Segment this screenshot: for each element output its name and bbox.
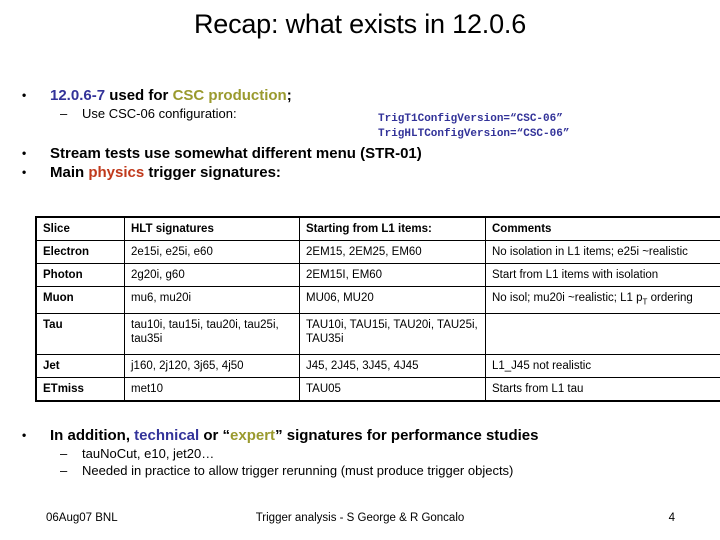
cell-l1: MU06, MU20 bbox=[299, 285, 486, 315]
cell-l1: 2EM15I, EM60 bbox=[299, 263, 486, 287]
cell-slice: Tau bbox=[35, 313, 125, 356]
cell-comments: No isol; mu20i ~realistic; L1 pT orderin… bbox=[485, 285, 720, 315]
table-header-comments: Comments bbox=[485, 216, 720, 241]
cell-comments-pre: No isol; mu20i ~realistic; L1 p bbox=[492, 292, 643, 304]
bullet-main-prefix: Main bbox=[50, 164, 89, 181]
cell-comments: L1_J45 not realistic bbox=[485, 354, 720, 379]
cell-hlt: 2e15i, e25i, e60 bbox=[124, 240, 300, 264]
signatures-table: Slice HLT signatures Starting from L1 it… bbox=[35, 216, 720, 403]
table-row: ETmiss met10 TAU05 Starts from L1 tau bbox=[35, 377, 720, 402]
signatures-table-container: Slice HLT signatures Starting from L1 it… bbox=[35, 216, 720, 403]
cell-hlt: 2g20i, g60 bbox=[124, 263, 300, 287]
bullet-stream-tests-label: Stream tests use somewhat different menu… bbox=[50, 145, 422, 162]
bullet-physics-keyword: physics bbox=[88, 164, 145, 181]
bullet-item-main-physics: • Main physics trigger signatures: bbox=[0, 163, 720, 182]
footer-page-number: 4 bbox=[668, 512, 675, 524]
table-row: Tau tau10i, tau15i, tau20i, tau25i, tau3… bbox=[35, 313, 720, 356]
table-header-hlt: HLT signatures bbox=[124, 216, 300, 241]
bullet-item-stream-tests: • Stream tests use somewhat different men… bbox=[0, 144, 720, 163]
bullet-subitem-rerunning: – Needed in practice to allow trigger rer… bbox=[0, 462, 720, 479]
bullet-inaddition-suffix: ” signatures for performance studies bbox=[275, 427, 539, 444]
config-version-code-block: TrigT1ConfigVersion=“CSC-06” TrigHLTConf… bbox=[378, 112, 569, 142]
bullet-csc-production: CSC production bbox=[172, 87, 287, 104]
bullet-technical-keyword: technical bbox=[134, 427, 200, 444]
cell-comments: No isolation in L1 items; e25i ~realisti… bbox=[485, 240, 720, 264]
bullet-version-end: ; bbox=[286, 87, 292, 104]
table-row: Jet j160, 2j120, 3j65, 4j50 J45, 2J45, 3… bbox=[35, 354, 720, 379]
bullet-subitem-config-label: Use CSC-06 configuration: bbox=[82, 106, 237, 121]
bullet-or-text: or “ bbox=[199, 427, 231, 444]
page-title: Recap: what exists in 12.0.6 bbox=[193, 9, 527, 39]
bullet-item-technical-expert: • In addition, technical or “expert” sign… bbox=[0, 426, 720, 445]
cell-slice: Muon bbox=[35, 285, 125, 315]
bullet-inaddition-prefix: In addition, bbox=[50, 427, 135, 444]
cell-slice: Jet bbox=[35, 354, 125, 379]
bullet-dash-icon: – bbox=[60, 463, 68, 478]
bullet-subitem-examples-label: tauNoCut, e10, jet20… bbox=[82, 446, 215, 461]
bullet-dash-icon: – bbox=[60, 106, 68, 121]
table-row: Muon mu6, mu20i MU06, MU20 No isol; mu20… bbox=[35, 285, 720, 315]
code-line-trigt1: TrigT1ConfigVersion=“CSC-06” bbox=[378, 113, 563, 125]
cell-comments-post: ordering bbox=[647, 292, 693, 304]
cell-l1: 2EM15, 2EM25, EM60 bbox=[299, 240, 486, 264]
code-line-trighlt: TrigHLTConfigVersion=“CSC-06” bbox=[378, 128, 570, 140]
cell-comments: Start from L1 items with isolation bbox=[485, 263, 720, 287]
cell-slice: ETmiss bbox=[35, 377, 125, 402]
table-header-l1: Starting from L1 items: bbox=[299, 216, 486, 241]
slide-footer: 06Aug07 BNL Trigger analysis - S George … bbox=[0, 510, 720, 526]
cell-hlt: met10 bbox=[124, 377, 300, 402]
bullet-version-number: 12.0.6-7 bbox=[50, 87, 106, 104]
slide-body-upper: • 12.0.6-7 used for CSC production; – Use … bbox=[0, 86, 720, 182]
cell-slice: Electron bbox=[35, 240, 125, 264]
cell-comments bbox=[485, 313, 720, 356]
table-row: Photon 2g20i, g60 2EM15I, EM60 Start fro… bbox=[35, 263, 720, 287]
bullet-dot-icon: • bbox=[22, 428, 27, 442]
bullet-expert-keyword: expert bbox=[230, 427, 276, 444]
bullet-main-suffix: trigger signatures: bbox=[144, 164, 281, 181]
slide-body-lower: • In addition, technical or “expert” sign… bbox=[0, 426, 720, 479]
bullet-dash-icon: – bbox=[60, 446, 68, 461]
bullet-version-mid: used for bbox=[105, 87, 173, 104]
cell-hlt: mu6, mu20i bbox=[124, 285, 300, 315]
cell-comments: Starts from L1 tau bbox=[485, 377, 720, 402]
bullet-dot-icon: • bbox=[22, 165, 27, 179]
table-row: Electron 2e15i, e25i, e60 2EM15, 2EM25, … bbox=[35, 240, 720, 264]
bullet-dot-icon: • bbox=[22, 146, 27, 160]
bullet-dot-icon: • bbox=[22, 88, 27, 102]
cell-hlt: tau10i, tau15i, tau20i, tau25i, tau35i bbox=[124, 313, 300, 356]
table-header-row: Slice HLT signatures Starting from L1 it… bbox=[35, 216, 720, 241]
bullet-subitem-examples: – tauNoCut, e10, jet20… bbox=[0, 445, 720, 462]
cell-hlt: j160, 2j120, 3j65, 4j50 bbox=[124, 354, 300, 379]
bullet-subitem-config: – Use CSC-06 configuration: bbox=[0, 105, 720, 122]
bullet-item-version: • 12.0.6-7 used for CSC production; bbox=[0, 86, 720, 105]
footer-subject: Trigger analysis - S George & R Goncalo bbox=[255, 512, 465, 524]
cell-l1: J45, 2J45, 3J45, 4J45 bbox=[299, 354, 486, 379]
cell-l1: TAU05 bbox=[299, 377, 486, 402]
cell-slice: Photon bbox=[35, 263, 125, 287]
bullet-subitem-rerunning-label: Needed in practice to allow trigger reru… bbox=[82, 463, 514, 478]
table-header-slice: Slice bbox=[35, 216, 125, 241]
cell-l1: TAU10i, TAU15i, TAU20i, TAU25i, TAU35i bbox=[299, 313, 486, 356]
